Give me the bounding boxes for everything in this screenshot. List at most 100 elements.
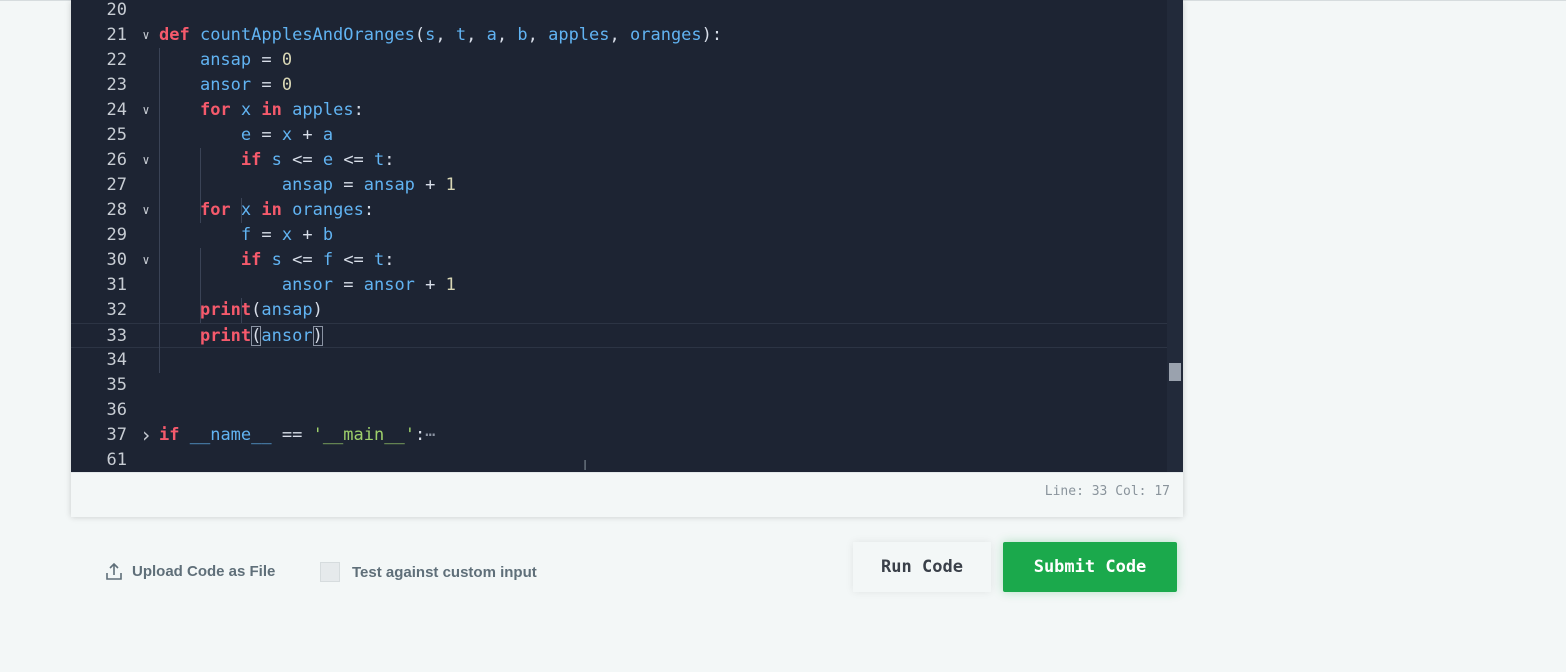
code-token: apples	[548, 25, 610, 45]
code-token: x	[281, 225, 293, 245]
chevron-down-icon[interactable]: ∨	[139, 23, 153, 48]
code-line[interactable]: 29 f = x + b	[71, 223, 1167, 248]
code-token: +	[414, 275, 446, 295]
line-number: 35	[106, 375, 127, 395]
code-token: if	[159, 425, 180, 445]
upload-icon	[106, 562, 122, 580]
line-number: 28	[106, 200, 127, 220]
custom-input-toggle[interactable]: Test against custom input	[320, 562, 537, 582]
code-token: apples	[292, 100, 354, 120]
code-token: =	[251, 75, 282, 95]
code-line[interactable]: 21 ∨ def countApplesAndOranges(s, t, a, b,…	[71, 23, 1167, 48]
code-token: ansap	[199, 50, 252, 70]
code-token: ,	[609, 25, 630, 45]
custom-input-checkbox[interactable]	[320, 562, 340, 582]
code-token: =	[333, 275, 364, 295]
code-token: '__main__'	[312, 425, 415, 445]
code-line[interactable]: 37 › if __name__ == '__main__':⋯	[71, 423, 1167, 448]
code-token: +	[292, 225, 323, 245]
code-token: :	[363, 200, 375, 220]
code-line[interactable]: 35	[71, 373, 1167, 398]
chevron-down-icon[interactable]: ∨	[139, 198, 153, 223]
code-line[interactable]: 34	[71, 348, 1167, 373]
code-token: +	[414, 175, 446, 195]
code-token: x	[281, 125, 293, 145]
code-token: 0	[281, 50, 293, 70]
code-token: in	[261, 100, 282, 120]
code-line[interactable]: 24 ∨ for x in apples:	[71, 98, 1167, 123]
code-token: x	[240, 200, 252, 220]
code-token: __name__	[189, 425, 272, 445]
code-token: oranges	[630, 25, 702, 45]
code-line[interactable]: 32 print(ansap)	[71, 298, 1167, 323]
indent-guide	[199, 248, 201, 323]
code-text: if s <= e <= t:	[159, 148, 395, 173]
code-text: for x in oranges:	[159, 198, 374, 223]
code-token: ansor	[199, 75, 252, 95]
code-token: ):	[701, 25, 723, 45]
code-token: <=	[281, 150, 323, 170]
code-line[interactable]: 26 ∨ if s <= e <= t:	[71, 148, 1167, 173]
code-token: :	[353, 100, 364, 120]
code-token: ansor	[261, 326, 313, 346]
code-token: (	[414, 25, 426, 45]
run-code-button[interactable]: Run Code	[853, 542, 991, 592]
editor-scrollbar[interactable]	[1167, 0, 1183, 472]
cursor-position: Line: 33 Col: 17	[1044, 484, 1170, 499]
code-token: ansap	[281, 175, 334, 195]
code-token: oranges	[292, 200, 364, 220]
code-line[interactable]: 28 ∨ for x in oranges:	[71, 198, 1167, 223]
line-number: 34	[106, 350, 127, 370]
submit-code-button[interactable]: Submit Code	[1003, 542, 1177, 592]
scroll-thumb[interactable]	[1169, 363, 1181, 381]
upload-code-button[interactable]: Upload Code as File	[106, 562, 275, 580]
chevron-right-icon[interactable]: ›	[139, 423, 153, 448]
line-number: 61	[106, 450, 127, 470]
chevron-down-icon[interactable]: ∨	[139, 248, 153, 273]
code-token: ,	[496, 25, 518, 45]
code-line[interactable]: 27 ansap = ansap + 1	[71, 173, 1167, 198]
line-number: 21	[106, 25, 127, 45]
code-token: f	[322, 250, 334, 270]
chevron-down-icon[interactable]: ∨	[139, 98, 153, 123]
code-text: print(ansor)	[159, 324, 323, 349]
status-bar: Line: 33 Col: 17	[71, 472, 1183, 517]
code-token: e	[322, 150, 334, 170]
code-line[interactable]: 23 ansor = 0	[71, 73, 1167, 98]
code-line[interactable]: 20	[71, 0, 1167, 23]
line-number: 30	[106, 250, 127, 270]
code-token: ⋯	[425, 425, 436, 445]
chevron-down-icon[interactable]: ∨	[139, 148, 153, 173]
code-editor[interactable]: 20 21 ∨ def countApplesAndOranges(s, t, a, …	[71, 0, 1183, 472]
code-token: s	[425, 25, 436, 45]
code-text: f = x + b	[159, 223, 333, 248]
code-line[interactable]: 30 ∨ if s <= f <= t:	[71, 248, 1167, 273]
code-token: t	[374, 250, 385, 270]
code-line[interactable]: 22 ansap = 0	[71, 48, 1167, 73]
code-text: ansor = ansor + 1	[159, 273, 456, 298]
code-line[interactable]: 31 ansor = ansor + 1	[71, 273, 1167, 298]
code-token: :	[414, 425, 426, 445]
code-token: 0	[281, 75, 293, 95]
code-line[interactable]: 25 e = x + a	[71, 123, 1167, 148]
code-token: for	[199, 200, 231, 220]
code-token: 1	[445, 275, 456, 295]
code-text: ansap = ansap + 1	[159, 173, 456, 198]
indent-guide	[199, 148, 201, 223]
code-token: x	[240, 100, 252, 120]
code-line[interactable]: 36	[71, 398, 1167, 423]
code-line[interactable]: 61	[71, 448, 1167, 472]
code-line[interactable]: 33 print(ansor)	[71, 323, 1167, 348]
code-text: ansor = 0	[159, 73, 292, 98]
line-number: 22	[106, 50, 127, 70]
